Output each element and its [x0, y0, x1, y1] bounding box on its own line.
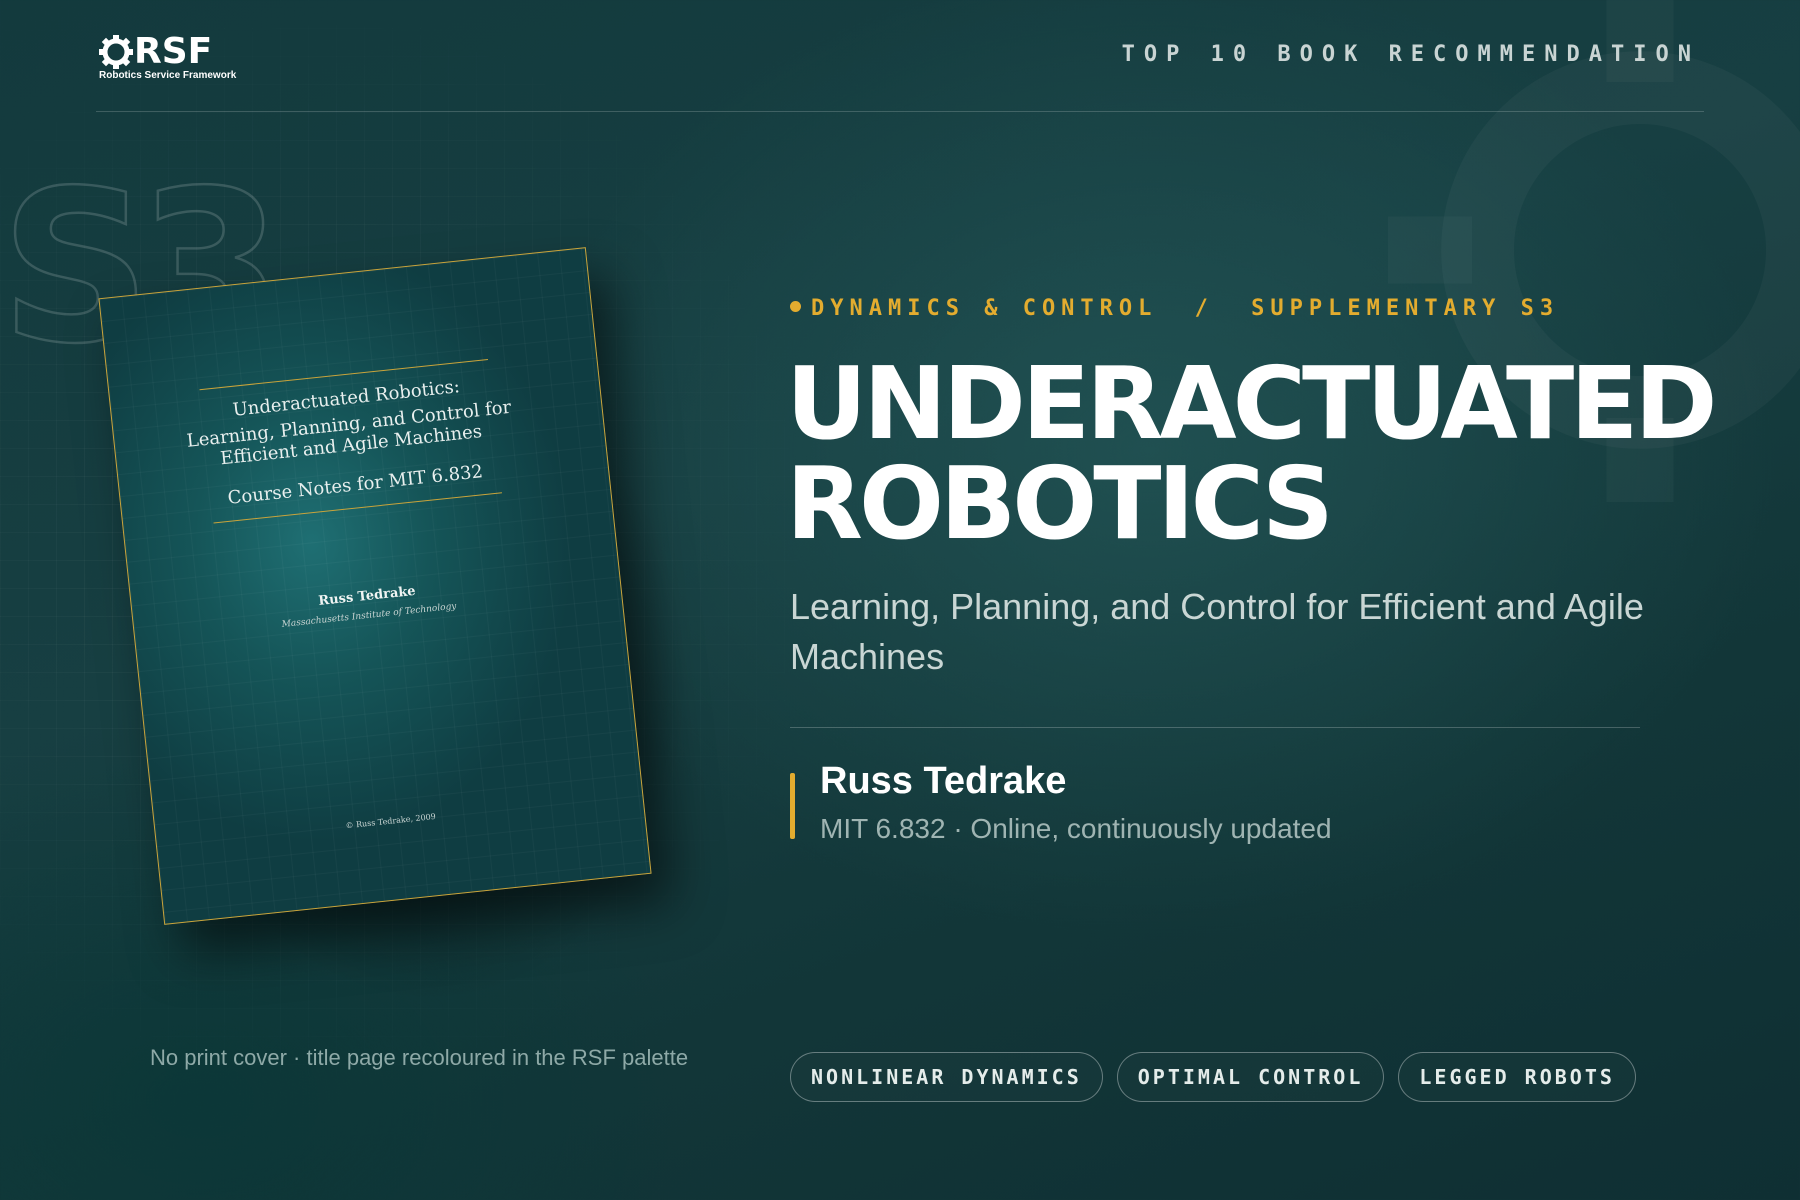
gear-icon	[99, 35, 133, 69]
book-cover: Underactuated Robotics: Learning, Planni…	[98, 247, 652, 925]
category-primary: DYNAMICS & CONTROL	[811, 296, 1158, 321]
author-meta: MIT 6.832 · Online, continuously updated	[820, 813, 1332, 844]
content-divider	[790, 727, 1640, 728]
category-secondary: SUPPLEMENTARY S3	[1251, 296, 1560, 321]
category-label: DYNAMICS & CONTROL / SUPPLEMENTARY S3	[790, 296, 1559, 321]
header-divider	[96, 111, 1704, 112]
logo-wordmark: RSF	[134, 31, 213, 72]
book-title-line1: UNDERACTUATED	[786, 345, 1717, 462]
book-cover-image: Underactuated Robotics: Learning, Planni…	[98, 245, 690, 945]
tag-optimal-control: OPTIMAL CONTROL	[1116, 1052, 1385, 1102]
book-title-line2: ROBOTICS	[786, 445, 1334, 562]
book-subtitle: Learning, Planning, and Control for Effi…	[790, 586, 1644, 677]
category-dot-icon	[790, 301, 801, 312]
cover-caption: No print cover · title page recoloured i…	[150, 1045, 689, 1070]
author-name: Russ Tedrake	[820, 760, 1067, 802]
header-tag: TOP 10 BOOK RECOMMENDATION	[1121, 42, 1700, 67]
category-separator: /	[1194, 296, 1214, 321]
logo-subtitle: Robotics Service Framework	[99, 70, 237, 81]
author-accent-bar	[790, 773, 795, 839]
rsf-logo: RSF Robotics Service Framework	[98, 31, 258, 84]
tag-legged-robots: LEGGED ROBOTS	[1398, 1052, 1636, 1102]
topic-tags: NONLINEAR DYNAMICS OPTIMAL CONTROL LEGGE…	[790, 1052, 1636, 1102]
tag-nonlinear-dynamics: NONLINEAR DYNAMICS	[790, 1052, 1103, 1102]
